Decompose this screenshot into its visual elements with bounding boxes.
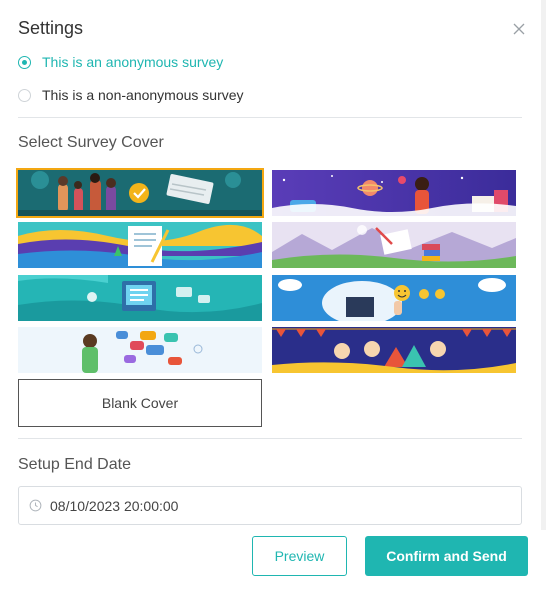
- cover-option-1[interactable]: [16, 168, 264, 218]
- preview-button[interactable]: Preview: [252, 536, 347, 576]
- dialog-title: Settings: [18, 18, 84, 38]
- scrollbar[interactable]: [541, 0, 546, 530]
- cover-option-5[interactable]: [18, 275, 262, 321]
- blank-cover-option[interactable]: Blank Cover: [18, 379, 262, 427]
- cover-option-7[interactable]: [18, 327, 262, 373]
- divider: [18, 117, 522, 118]
- cover-option-6[interactable]: [272, 275, 516, 321]
- confirm-and-send-button[interactable]: Confirm and Send: [365, 536, 528, 576]
- end-date-heading: Setup End Date: [18, 456, 131, 473]
- radio-anonymous[interactable]: [18, 55, 31, 69]
- cover-option-8[interactable]: [272, 327, 516, 373]
- close-icon[interactable]: [512, 22, 526, 36]
- radio-non-anonymous[interactable]: [18, 88, 31, 102]
- end-date-input[interactable]: 08/10/2023 20:00:00: [18, 486, 522, 525]
- cover-option-2[interactable]: [272, 170, 516, 216]
- end-date-value: 08/10/2023 20:00:00: [50, 497, 179, 514]
- settings-dialog: Settings This is an anonymous survey Thi…: [0, 0, 546, 594]
- divider: [18, 438, 522, 439]
- anonymous-survey-label: This is an anonymous survey: [42, 54, 224, 70]
- clock-icon: [29, 499, 42, 512]
- select-cover-heading: Select Survey Cover: [18, 134, 164, 151]
- anonymous-survey-option[interactable]: This is an anonymous survey: [18, 54, 223, 70]
- cover-option-4[interactable]: [272, 222, 516, 268]
- non-anonymous-survey-option[interactable]: This is a non-anonymous survey: [18, 87, 244, 103]
- non-anonymous-survey-label: This is a non-anonymous survey: [42, 87, 244, 103]
- cover-option-3[interactable]: [18, 222, 262, 268]
